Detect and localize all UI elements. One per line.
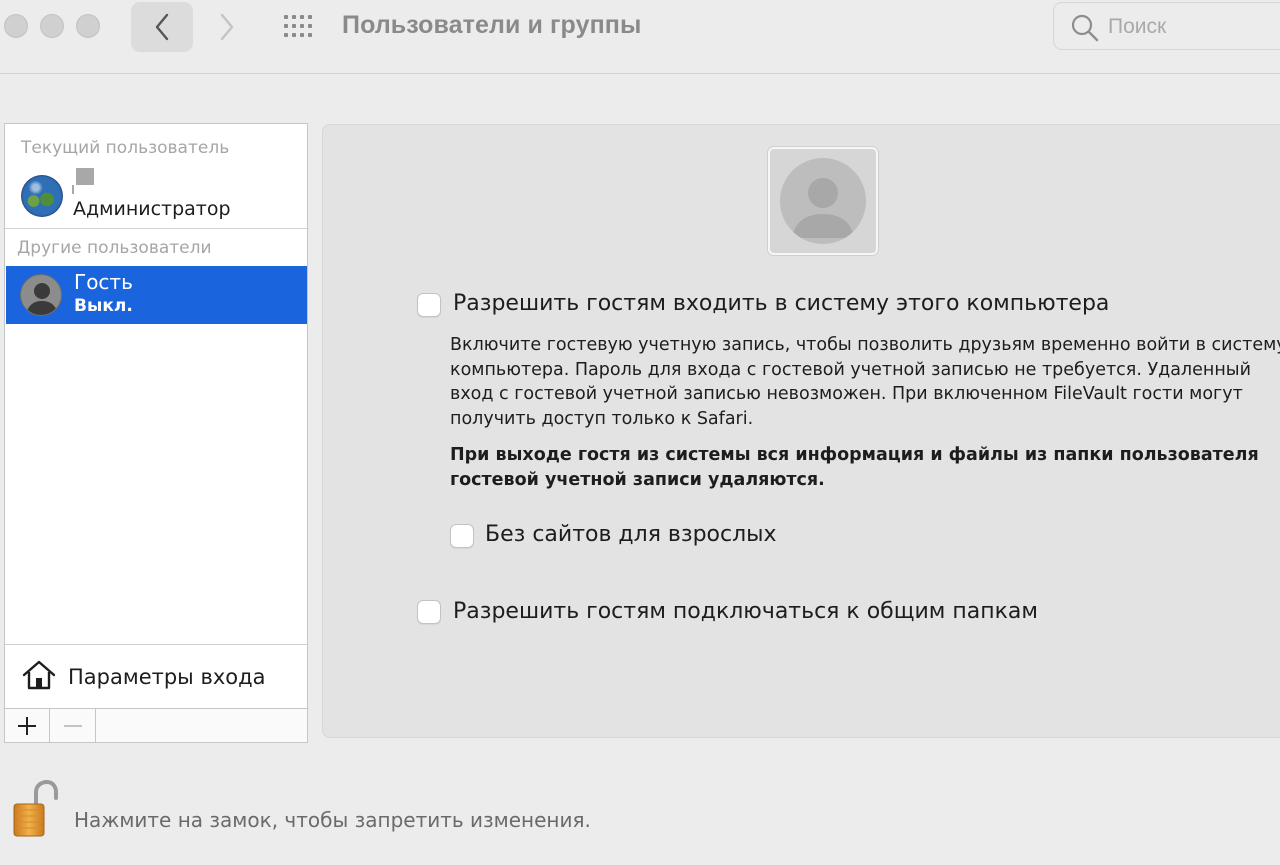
search-field[interactable]: [1053, 2, 1280, 50]
close-window-button[interactable]: [4, 14, 28, 38]
user-name-redacted-mark: [72, 185, 74, 194]
grid-icon: [284, 15, 312, 37]
other-users-section-label: Другие пользователи: [17, 238, 212, 258]
guest-description: Включите гостевую учетную запись, чтобы …: [450, 335, 1280, 429]
sidebar-divider: [5, 228, 307, 229]
guest-name: Гость: [74, 270, 133, 294]
allow-shared-folders-checkbox[interactable]: [417, 600, 441, 624]
search-icon: [1071, 14, 1099, 42]
guest-status: Выкл.: [74, 296, 133, 316]
forward-button[interactable]: [205, 2, 249, 52]
user-name-redacted: [76, 168, 94, 185]
guest-warning: При выходе гостя из системы вся информац…: [450, 445, 1259, 490]
guest-settings-panel: Разрешить гостям входить в систему этого…: [322, 124, 1280, 738]
zoom-window-button[interactable]: [76, 14, 100, 38]
sidebar-item-guest[interactable]: Гость Выкл.: [6, 266, 307, 324]
login-options-button[interactable]: Параметры входа: [5, 644, 307, 708]
user-photo-well[interactable]: [768, 147, 878, 255]
no-adult-sites-checkbox[interactable]: [450, 524, 474, 548]
lock-icon[interactable]: [12, 780, 58, 838]
users-sidebar: Текущий пользователь Администратор Други…: [4, 123, 308, 743]
person-silhouette-icon: [26, 283, 58, 315]
current-user-item[interactable]: Администратор: [5, 124, 307, 228]
allow-shared-folders-label: Разрешить гостям подключаться к общим па…: [453, 599, 1038, 624]
plus-icon: [18, 716, 36, 735]
remove-user-button[interactable]: [50, 709, 96, 742]
allow-guest-login-checkbox[interactable]: [417, 293, 441, 317]
current-user-role: Администратор: [73, 198, 231, 220]
minimize-window-button[interactable]: [40, 14, 64, 38]
chevron-right-icon: [220, 13, 234, 41]
search-input[interactable]: [1108, 11, 1278, 43]
window-title: Пользователи и группы: [342, 11, 642, 39]
no-adult-sites-label: Без сайтов для взрослых: [485, 522, 777, 547]
login-options-label: Параметры входа: [68, 665, 266, 689]
sidebar-action-bar: [5, 708, 307, 742]
toolbar: Пользователи и группы: [0, 0, 1280, 74]
allow-guest-login-label: Разрешить гостям входить в систему этого…: [453, 291, 1110, 316]
add-user-button[interactable]: [5, 709, 50, 742]
minus-icon: [63, 724, 82, 727]
chevron-left-icon: [155, 13, 169, 41]
guest-avatar: [20, 274, 62, 316]
back-button[interactable]: [131, 2, 193, 52]
person-silhouette-icon: [792, 178, 854, 238]
user-photo-avatar: [780, 158, 866, 244]
lock-hint: Нажмите на замок, чтобы запретить измене…: [74, 808, 591, 832]
show-all-button[interactable]: [281, 12, 317, 42]
house-icon: [22, 660, 56, 690]
earth-avatar: [21, 175, 63, 217]
